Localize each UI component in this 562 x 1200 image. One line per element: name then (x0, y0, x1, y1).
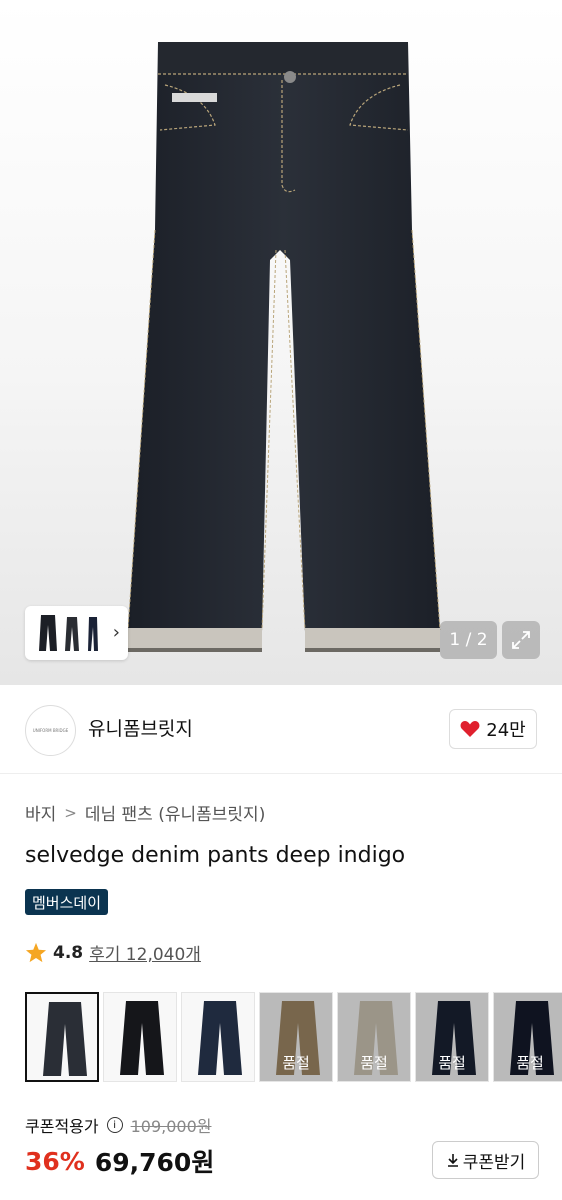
rating-score: 4.8 (53, 942, 84, 963)
chevron-right-icon: > (64, 803, 77, 822)
expand-icon[interactable] (502, 621, 540, 659)
variant-option[interactable]: 품절 (415, 992, 489, 1082)
thumbnail-strip[interactable]: › (25, 606, 128, 660)
product-image[interactable]: › 1 / 2 (0, 0, 562, 685)
variant-option[interactable]: 품절 (259, 992, 333, 1082)
variant-list: 품절 품절 품절 품절 (25, 992, 562, 1082)
sold-out-label: 품절 (338, 993, 410, 1081)
thumbnail-jeans-icon (39, 615, 98, 651)
coupon-button-label: 쿠폰받기 (462, 1152, 526, 1173)
breadcrumb-level2[interactable]: 데님 팬츠 (유니폼브릿지) (85, 800, 265, 825)
variant-option[interactable] (103, 992, 177, 1082)
discount-rate: 36% (25, 1146, 85, 1176)
info-icon[interactable]: i (106, 1117, 123, 1133)
sold-out-label: 품절 (260, 993, 332, 1081)
rating: 4.8 후기 12,040개 (25, 940, 201, 965)
like-count: 24만 (486, 720, 526, 741)
download-icon (447, 1154, 458, 1167)
breadcrumb: 바지 > 데님 팬츠 (유니폼브릿지) (25, 800, 265, 826)
review-link[interactable]: 후기 12,040개 (89, 940, 201, 965)
final-price: 69,760원 (94, 1148, 215, 1177)
star-icon (25, 942, 47, 963)
variant-option[interactable] (181, 992, 255, 1082)
coupon-download-button[interactable]: 쿠폰받기 (432, 1141, 539, 1179)
chevron-right-icon: › (112, 622, 120, 643)
brand-row: UNIFORM BRIDGE 유니폼브릿지 24만 (0, 685, 562, 774)
coupon-price-label: 쿠폰적용가 (25, 1117, 99, 1136)
breadcrumb-level1[interactable]: 바지 (25, 800, 56, 825)
jeans-image (127, 42, 441, 652)
members-day-badge: 멤버스데이 (25, 889, 109, 915)
sold-out-label: 품절 (494, 993, 562, 1081)
price-label-row: 쿠폰적용가 i 109,000원 (25, 1113, 212, 1137)
sold-out-label: 품절 (416, 993, 488, 1081)
like-button[interactable]: 24만 (449, 709, 537, 749)
image-counter: 1 / 2 (440, 621, 497, 659)
product-title: selvedge denim pants deep indigo (25, 843, 406, 868)
brand-logo-text: UNIFORM BRIDGE (32, 728, 69, 733)
heart-icon (460, 721, 480, 737)
variant-option[interactable]: 품절 (337, 992, 411, 1082)
brand-name[interactable]: 유니폼브릿지 (88, 714, 193, 741)
variant-option[interactable]: 품절 (493, 992, 562, 1082)
brand-logo[interactable]: UNIFORM BRIDGE (25, 705, 76, 756)
original-price: 109,000원 (130, 1117, 212, 1136)
price-row: 36% 69,760원 (25, 1143, 214, 1179)
variant-option[interactable] (25, 992, 99, 1082)
